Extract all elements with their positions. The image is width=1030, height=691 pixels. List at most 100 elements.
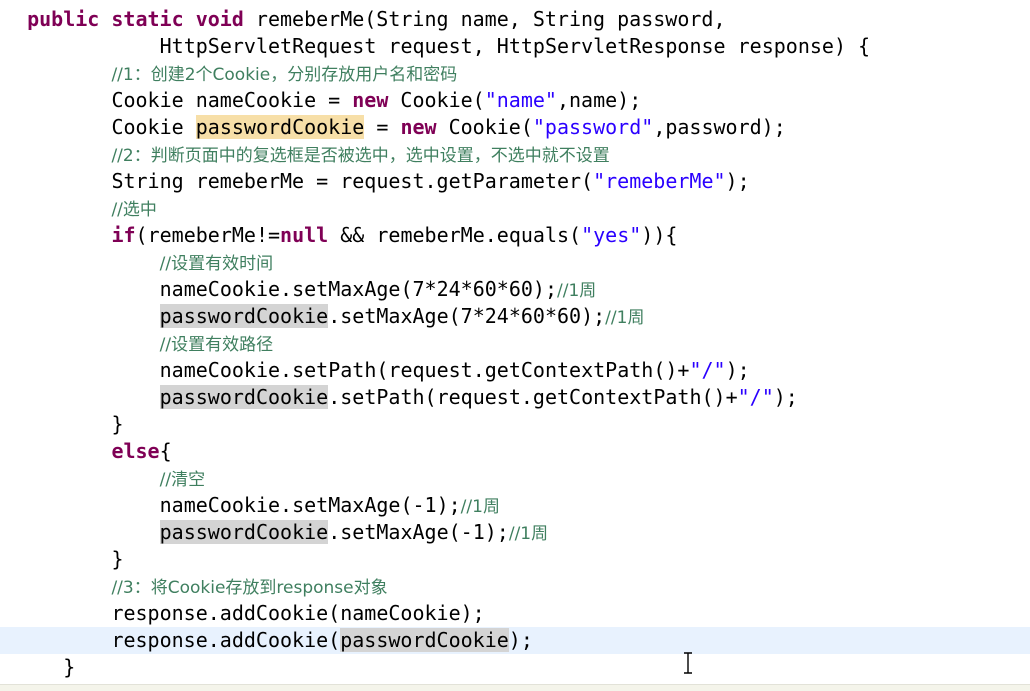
code-token: nameCookie.setMaxAge(-1); (159, 493, 461, 517)
code-line[interactable]: Cookie passwordCookie = new Cookie("pass… (0, 114, 1030, 141)
code-line[interactable]: String remeberMe = request.getParameter(… (0, 168, 1030, 195)
code-line-text: passwordCookie.setMaxAge(-1);//1周 (159, 519, 549, 548)
code-line-text: } (63, 654, 75, 681)
code-line-text: //选中 (111, 195, 156, 224)
code-token: ); (725, 169, 750, 193)
code-line[interactable]: response.addCookie(nameCookie); (0, 600, 1030, 627)
code-token: Cookie( (436, 115, 533, 139)
code-token: ,name); (556, 88, 642, 112)
highlighted-write-occurrence: passwordCookie (195, 115, 365, 139)
code-line-text: response.addCookie(passwordCookie); (111, 627, 533, 654)
highlighted-occurrence: passwordCookie (159, 304, 329, 328)
code-line[interactable]: public static void remeberMe(String name… (0, 6, 1030, 33)
code-line-text: } (111, 546, 123, 573)
code-line-text: Cookie passwordCookie = new Cookie("pass… (111, 114, 786, 141)
code-token: nameCookie.setPath(request.getContextPat… (159, 358, 690, 382)
code-line[interactable]: passwordCookie.setMaxAge(7*24*60*60);//1… (0, 303, 1030, 330)
code-line-text: if(remeberMe!=null && remeberMe.equals("… (111, 222, 677, 249)
code-line-text: //清空 (160, 465, 205, 494)
keyword-token: null (280, 223, 329, 247)
code-line-text: public static void remeberMe(String name… (27, 6, 725, 33)
code-line-text: HttpServletRequest request, HttpServletR… (160, 33, 870, 60)
code-line[interactable]: //3：将Cookie存放到response对象 (0, 573, 1030, 600)
code-line[interactable]: //2：判断页面中的复选框是否被选中，选中设置，不选中就不设置 (0, 141, 1030, 168)
code-line[interactable]: HttpServletRequest request, HttpServletR… (0, 33, 1030, 60)
code-line-text: passwordCookie.setPath(request.getContex… (159, 384, 798, 411)
text-ibeam-cursor-icon (684, 652, 692, 674)
code-token: .setPath(request.getContextPath()+ (328, 385, 738, 409)
code-line-text: //1：创建2个Cookie，分别存放用户名和密码 (111, 60, 457, 89)
keyword-token: static (111, 7, 184, 31)
comment-text: //2：判断页面中的复选框是否被选中，选中设置，不选中就不设置 (111, 146, 610, 166)
code-token: { (159, 439, 172, 463)
code-line[interactable]: if(remeberMe!=null && remeberMe.equals("… (0, 222, 1030, 249)
code-token: } (111, 412, 124, 436)
code-line[interactable]: Cookie nameCookie = new Cookie("name",na… (0, 87, 1030, 114)
code-token: .setMaxAge(7*24*60*60); (328, 304, 606, 328)
code-line-text: //设置有效时间 (160, 249, 273, 278)
keyword-token: else (111, 439, 160, 463)
keyword-token: new (400, 115, 437, 139)
code-line-text: } (111, 411, 123, 438)
comment-text: //1周 (460, 497, 500, 517)
code-line-text: response.addCookie(nameCookie); (111, 600, 484, 627)
code-token: HttpServletRequest request, HttpServletR… (159, 34, 871, 58)
code-line-current[interactable]: response.addCookie(passwordCookie); (0, 627, 1030, 654)
highlighted-occurrence: passwordCookie (159, 520, 329, 544)
code-line[interactable]: //清空 (0, 465, 1030, 492)
code-line[interactable]: } (0, 654, 1030, 681)
code-line[interactable]: //设置有效路径 (0, 330, 1030, 357)
comment-text: //1：创建2个Cookie，分别存放用户名和密码 (111, 65, 458, 85)
code-line[interactable]: //选中 (0, 195, 1030, 222)
code-token: nameCookie.setMaxAge(7*24*60*60); (159, 277, 557, 301)
code-token: ); (773, 385, 798, 409)
code-token: Cookie( (388, 88, 485, 112)
code-line[interactable]: } (0, 411, 1030, 438)
code-token: Cookie nameCookie = (111, 88, 353, 112)
code-line-text: nameCookie.setMaxAge(-1);//1周 (160, 492, 500, 521)
keyword-token: void (195, 7, 244, 31)
comment-text: //1周 (557, 281, 597, 301)
code-token: remeberMe(String name, String password, (243, 7, 726, 31)
string-literal: "name" (484, 88, 557, 112)
code-line-text: else{ (111, 438, 171, 465)
code-line[interactable]: else{ (0, 438, 1030, 465)
code-token: ); (508, 628, 533, 652)
code-token: ,password); (653, 115, 786, 139)
comment-text: //清空 (159, 470, 206, 490)
code-line[interactable]: //1：创建2个Cookie，分别存放用户名和密码 (0, 60, 1030, 87)
code-line[interactable]: } (0, 546, 1030, 573)
code-line-text: //3：将Cookie存放到response对象 (111, 573, 387, 602)
string-literal: "remeberMe" (593, 169, 726, 193)
code-line[interactable]: nameCookie.setPath(request.getContextPat… (0, 357, 1030, 384)
code-token: ); (725, 358, 750, 382)
code-token: Cookie (111, 115, 196, 139)
code-token: )){ (641, 223, 678, 247)
code-token: && remeberMe.equals( (328, 223, 582, 247)
comment-text: //3：将Cookie存放到response对象 (111, 578, 388, 598)
comment-text: //1周 (508, 524, 549, 544)
keyword-token: new (352, 88, 389, 112)
comment-text: //1周 (605, 308, 645, 328)
code-token: response.addCookie(nameCookie); (111, 601, 485, 625)
code-line[interactable]: passwordCookie.setMaxAge(-1);//1周 (0, 519, 1030, 546)
code-line-text: nameCookie.setPath(request.getContextPat… (160, 357, 750, 384)
string-literal: "password" (532, 115, 654, 139)
code-token: } (63, 655, 76, 679)
string-literal: "/" (737, 385, 774, 409)
code-line[interactable]: nameCookie.setMaxAge(-1);//1周 (0, 492, 1030, 519)
comment-text: //选中 (111, 200, 157, 220)
code-line-text: //2：判断页面中的复选框是否被选中，选中设置，不选中就不设置 (111, 141, 609, 170)
code-line-text: //设置有效路径 (160, 330, 273, 359)
code-token: = (364, 115, 401, 139)
string-literal: "yes" (581, 223, 642, 247)
code-line[interactable]: passwordCookie.setPath(request.getContex… (0, 384, 1030, 411)
keyword-token: public (27, 7, 100, 31)
code-line[interactable]: nameCookie.setMaxAge(7*24*60*60);//1周 (0, 276, 1030, 303)
code-editor[interactable]: public static void remeberMe(String name… (0, 0, 1030, 690)
code-token: response.addCookie( (111, 628, 341, 652)
code-line-text: Cookie nameCookie = new Cookie("name",na… (111, 87, 641, 114)
code-line[interactable]: //设置有效时间 (0, 249, 1030, 276)
code-line-text: nameCookie.setMaxAge(7*24*60*60);//1周 (160, 276, 597, 305)
